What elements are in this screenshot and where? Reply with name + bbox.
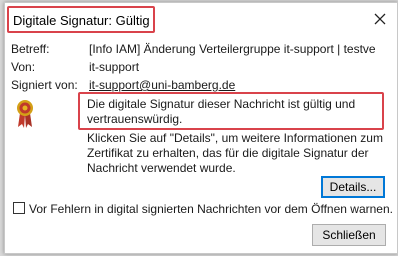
signed-by-row: Signiert von: it-support@uni-bamberg.de xyxy=(11,77,391,93)
subject-label: Betreff: xyxy=(11,42,50,56)
subject-row: Betreff: [Info IAM] Änderung Verteilergr… xyxy=(11,41,391,57)
signature-detail-message: Klicken Sie auf "Details", um weitere In… xyxy=(87,131,383,175)
subject-value: [Info IAM] Änderung Verteilergruppe it-s… xyxy=(89,42,376,56)
close-icon xyxy=(374,13,386,25)
warn-checkbox[interactable] xyxy=(13,202,25,214)
from-label: Von: xyxy=(11,60,36,74)
title-highlight-box xyxy=(7,6,155,33)
message-highlight-box xyxy=(78,92,384,130)
ribbon-seal-icon xyxy=(17,100,33,128)
title-bar: Digitale Signatur: Gültig xyxy=(5,3,397,35)
warn-checkbox-label[interactable]: Vor Fehlern in digital signierten Nachri… xyxy=(29,201,393,217)
signature-dialog: Digitale Signatur: Gültig Betreff: [Info… xyxy=(4,2,398,254)
close-window-button[interactable] xyxy=(369,9,391,29)
from-value: it-support xyxy=(89,60,140,74)
close-button[interactable]: Schließen xyxy=(312,224,386,246)
from-row: Von: it-support xyxy=(11,59,391,75)
signed-by-value: it-support@uni-bamberg.de xyxy=(89,78,236,92)
details-button[interactable]: Details... xyxy=(321,176,385,198)
signed-by-label: Signiert von: xyxy=(11,78,78,92)
